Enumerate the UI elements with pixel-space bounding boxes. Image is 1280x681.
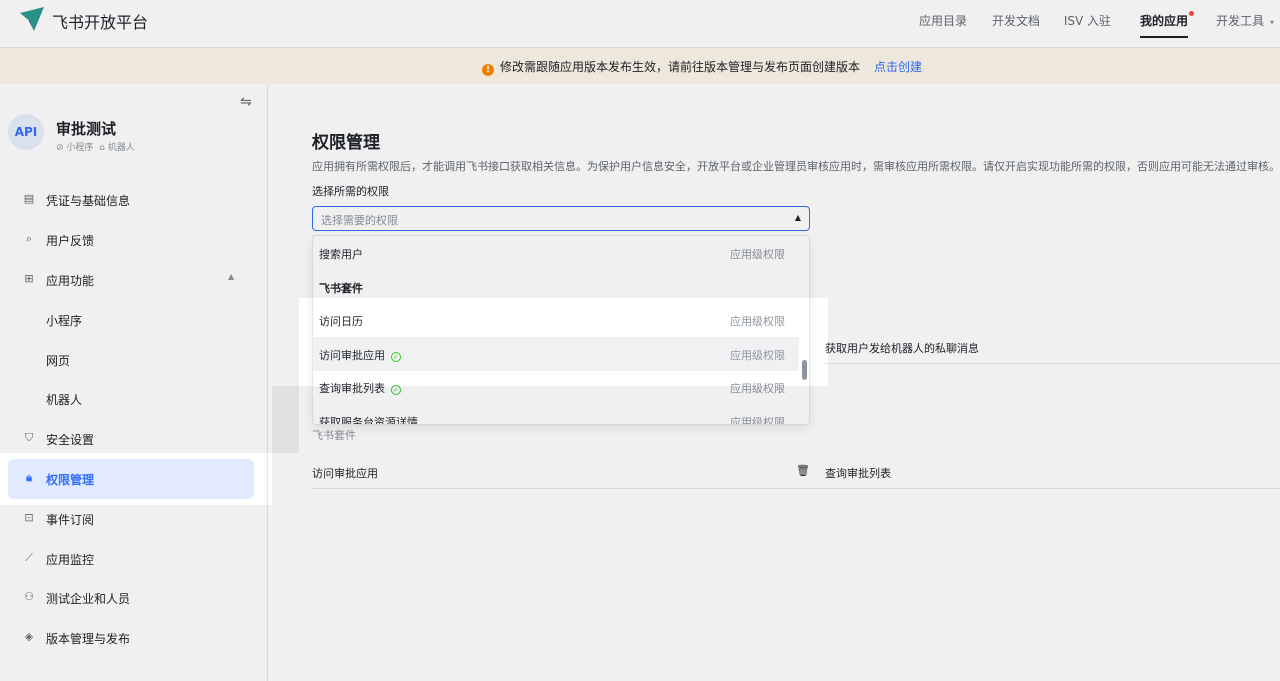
option-label: 访问日历: [319, 315, 363, 328]
dim-overlay: [0, 0, 1280, 298]
sidebar-item-label: 权限管理: [46, 473, 95, 487]
option-label: 访问审批应用: [319, 349, 385, 362]
dim-overlay: [0, 298, 299, 453]
option-tag: 应用级权限: [730, 315, 785, 328]
dropdown-option[interactable]: 访问日历 应用级权限: [313, 303, 799, 337]
sidebar-item-permissions[interactable]: 🔒︎ 权限管理: [8, 459, 254, 499]
dim-overlay: [828, 298, 1280, 386]
option-tag: 应用级权限: [730, 349, 785, 362]
dim-overlay: [0, 505, 1280, 681]
check-circle-icon: ✓: [391, 352, 401, 362]
dim-overlay: [272, 386, 1280, 505]
dropdown-option[interactable]: 访问审批应用 ✓ 应用级权限: [313, 337, 799, 371]
dropdown-scrollbar[interactable]: [802, 360, 807, 380]
option-label-wrap: 访问审批应用 ✓: [319, 347, 401, 363]
lock-icon: 🔒︎: [26, 471, 32, 484]
